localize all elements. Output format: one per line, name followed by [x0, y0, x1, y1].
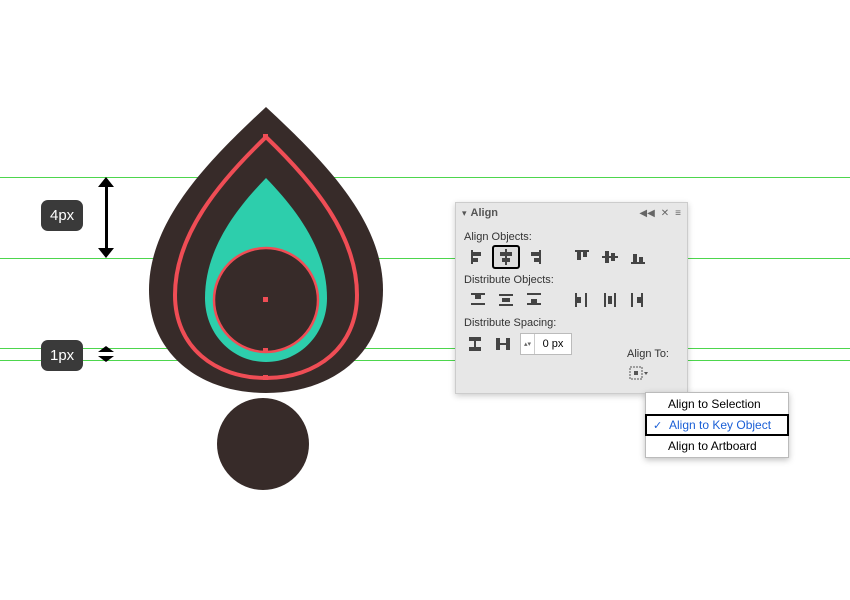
- chevron-down-icon[interactable]: ▾: [462, 208, 467, 219]
- distribute-vcenter-button[interactable]: [492, 288, 520, 312]
- align-to-menu[interactable]: Align to Selection ✓Align to Key Object …: [645, 392, 789, 458]
- arrow-head-icon: [98, 248, 114, 258]
- dimension-arrow: [105, 183, 108, 251]
- align-panel[interactable]: ▾ Align ◀◀ ✕ ≡ Align Objects: Distribute…: [455, 202, 688, 394]
- guide-line: [0, 348, 850, 349]
- check-icon: ✓: [653, 419, 669, 432]
- guide-line: [0, 360, 850, 361]
- menu-align-to-selection[interactable]: Align to Selection: [646, 393, 788, 415]
- distribute-left-button[interactable]: [568, 288, 596, 312]
- menu-item-label: Align to Key Object: [669, 418, 771, 432]
- vertical-spacing-button[interactable]: [464, 333, 486, 355]
- menu-align-to-artboard[interactable]: Align to Artboard: [646, 435, 788, 457]
- distribute-right-button[interactable]: [624, 288, 652, 312]
- panel-menu-icon[interactable]: ≡: [675, 208, 681, 219]
- align-to-dropdown[interactable]: [627, 363, 651, 385]
- arrow-head-icon: [98, 356, 114, 362]
- distribute-spacing-label: Distribute Spacing:: [464, 317, 679, 329]
- stepper-arrows-icon[interactable]: ▴▾: [521, 334, 535, 354]
- align-hcenter-button[interactable]: [492, 245, 520, 269]
- align-vcenter-button[interactable]: [596, 245, 624, 269]
- distribute-bottom-button[interactable]: [520, 288, 548, 312]
- canvas-artwork[interactable]: [137, 100, 395, 490]
- spacing-stepper[interactable]: ▴▾: [520, 333, 572, 355]
- close-icon[interactable]: ✕: [661, 208, 669, 219]
- horizontal-spacing-button[interactable]: [492, 333, 514, 355]
- spacing-input[interactable]: [535, 338, 571, 350]
- align-left-button[interactable]: [464, 245, 492, 269]
- guide-line: [0, 177, 850, 178]
- arrow-head-icon: [98, 346, 114, 352]
- align-to-label: Align To:: [627, 348, 679, 360]
- align-bottom-button[interactable]: [624, 245, 652, 269]
- align-to-section: Align To:: [627, 348, 679, 385]
- measurement-label-bottom: 1px: [41, 340, 83, 371]
- guide-line: [0, 258, 850, 259]
- distribute-top-button[interactable]: [464, 288, 492, 312]
- align-right-button[interactable]: [520, 245, 548, 269]
- panel-header[interactable]: ▾ Align ◀◀ ✕ ≡: [456, 203, 687, 223]
- distribute-objects-label: Distribute Objects:: [464, 274, 679, 286]
- menu-item-label: Align to Artboard: [668, 439, 757, 453]
- align-top-button[interactable]: [568, 245, 596, 269]
- menu-align-to-key-object[interactable]: ✓Align to Key Object: [645, 414, 789, 436]
- panel-title: Align: [471, 207, 499, 219]
- distribute-objects-row: [464, 286, 679, 314]
- menu-item-label: Align to Selection: [668, 397, 761, 411]
- arrow-head-icon: [98, 177, 114, 187]
- distribute-hcenter-button[interactable]: [596, 288, 624, 312]
- align-objects-label: Align Objects:: [464, 231, 679, 243]
- measurement-label-top: 4px: [41, 200, 83, 231]
- align-objects-row: [464, 243, 679, 271]
- collapse-icon[interactable]: ◀◀: [639, 208, 654, 219]
